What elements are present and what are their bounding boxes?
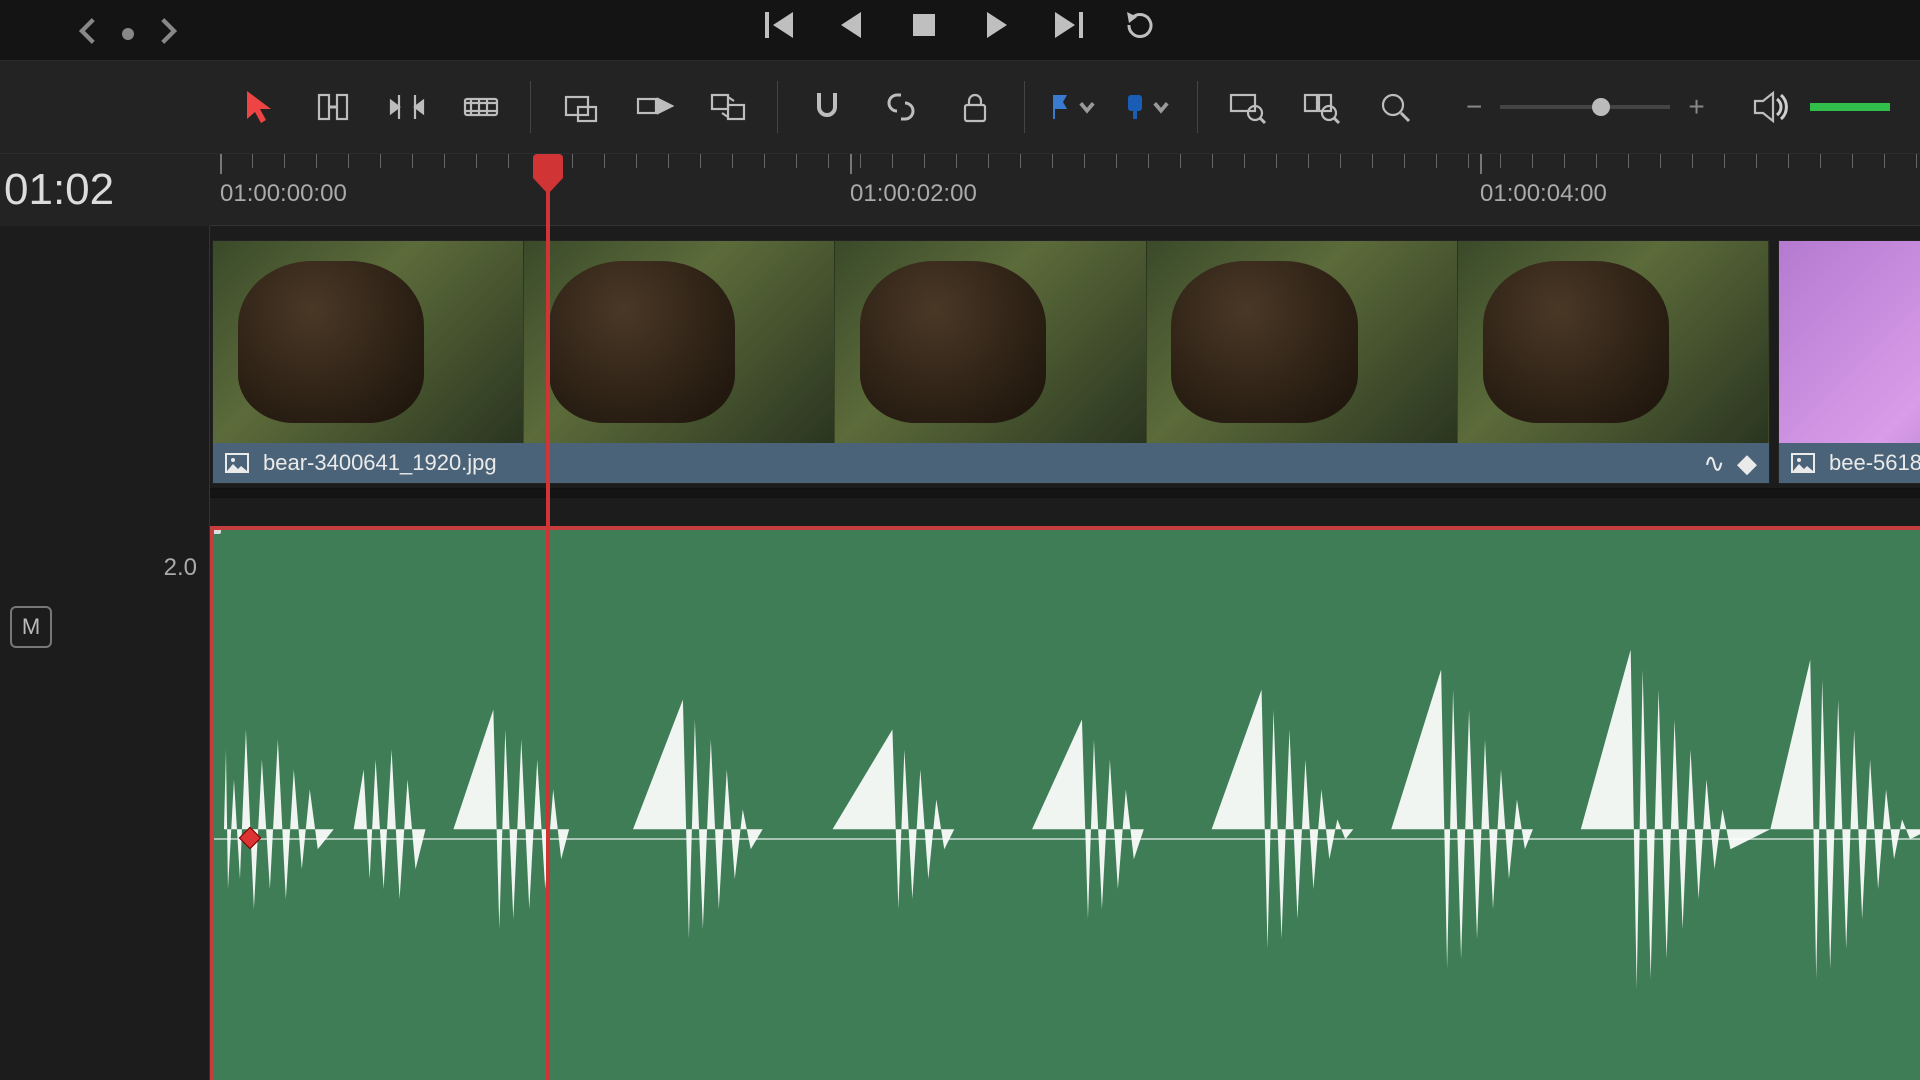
keyframe-icon[interactable]: ◆: [1737, 448, 1757, 479]
audio-gain-label: 2.0: [164, 554, 197, 582]
zoom-slider[interactable]: − +: [1466, 91, 1705, 123]
go-end-button[interactable]: [1051, 8, 1085, 47]
history-nav: [72, 14, 184, 53]
current-timecode: 01:02: [0, 154, 210, 226]
timeline-panel: 2.0 M bear-3400641_1920.jpg ∿ ◆: [0, 226, 1920, 1080]
ruler-label: 01:00:02:00: [850, 180, 977, 208]
stop-button[interactable]: [907, 8, 941, 47]
play-button[interactable]: [979, 8, 1013, 47]
track-divider: [210, 488, 1920, 498]
selection-tool-button[interactable]: [236, 84, 282, 130]
play-reverse-button[interactable]: [835, 8, 869, 47]
chevron-down-icon[interactable]: [1151, 87, 1171, 127]
trim-tool-button[interactable]: [310, 84, 356, 130]
zoom-custom-button[interactable]: [1372, 84, 1418, 130]
clip-label-bar: bee-5618...: [1779, 443, 1920, 483]
retime-curve-icon[interactable]: ∿: [1703, 448, 1725, 479]
zoom-slider-track[interactable]: [1500, 105, 1670, 109]
marker-button[interactable]: [1125, 84, 1171, 130]
audio-clip[interactable]: [210, 526, 1920, 1080]
flag-marker-button[interactable]: [1051, 84, 1097, 130]
image-icon: [225, 453, 249, 473]
replace-clip-button[interactable]: [705, 84, 751, 130]
zoom-out-button[interactable]: −: [1466, 91, 1482, 123]
ruler-label: 01:00:04:00: [1480, 180, 1607, 208]
transport-bar: [0, 0, 1920, 60]
playhead-handle[interactable]: [533, 154, 563, 178]
history-forward-button[interactable]: [150, 14, 184, 53]
tools-toolbar: − +: [0, 60, 1920, 154]
transport-controls: [763, 8, 1157, 47]
mute-button[interactable]: M: [10, 606, 52, 648]
loop-button[interactable]: [1123, 8, 1157, 47]
audio-level-line[interactable]: [214, 838, 1920, 840]
video-clip[interactable]: bee-5618...: [1778, 240, 1920, 484]
go-start-button[interactable]: [763, 8, 797, 47]
image-icon: [1791, 453, 1815, 473]
ruler-label: 01:00:00:00: [220, 180, 347, 208]
video-clip[interactable]: bear-3400641_1920.jpg ∿ ◆: [212, 240, 1770, 484]
lock-toggle-button[interactable]: [952, 84, 998, 130]
track-area[interactable]: bear-3400641_1920.jpg ∿ ◆ bee-5618...: [210, 226, 1920, 1080]
speaker-icon[interactable]: [1748, 84, 1794, 130]
snap-toggle-button[interactable]: [804, 84, 850, 130]
zoom-full-button[interactable]: [1224, 84, 1270, 130]
zoom-slider-thumb[interactable]: [1592, 98, 1610, 116]
audio-waveform: [214, 530, 1920, 1069]
blade-tool-button[interactable]: [458, 84, 504, 130]
track-header-column: 2.0 M: [0, 226, 210, 1080]
clip-label-bar: bear-3400641_1920.jpg ∿ ◆: [213, 443, 1769, 483]
dynamic-trim-tool-button[interactable]: [384, 84, 430, 130]
playhead[interactable]: [546, 154, 550, 1080]
chevron-down-icon[interactable]: [1077, 87, 1097, 127]
volume-meter: [1810, 103, 1890, 111]
zoom-detail-button[interactable]: [1298, 84, 1344, 130]
clip-filename: bee-5618...: [1829, 450, 1920, 476]
timeline-ruler[interactable]: 01:00:00:00 01:00:02:00 01:00:04:00: [0, 154, 1920, 226]
insert-clip-button[interactable]: [557, 84, 603, 130]
overwrite-clip-button[interactable]: [631, 84, 677, 130]
clip-filename: bear-3400641_1920.jpg: [263, 450, 497, 476]
link-toggle-button[interactable]: [878, 84, 924, 130]
history-back-button[interactable]: [72, 14, 106, 53]
history-dot-icon: [122, 28, 134, 40]
zoom-in-button[interactable]: +: [1688, 91, 1704, 123]
